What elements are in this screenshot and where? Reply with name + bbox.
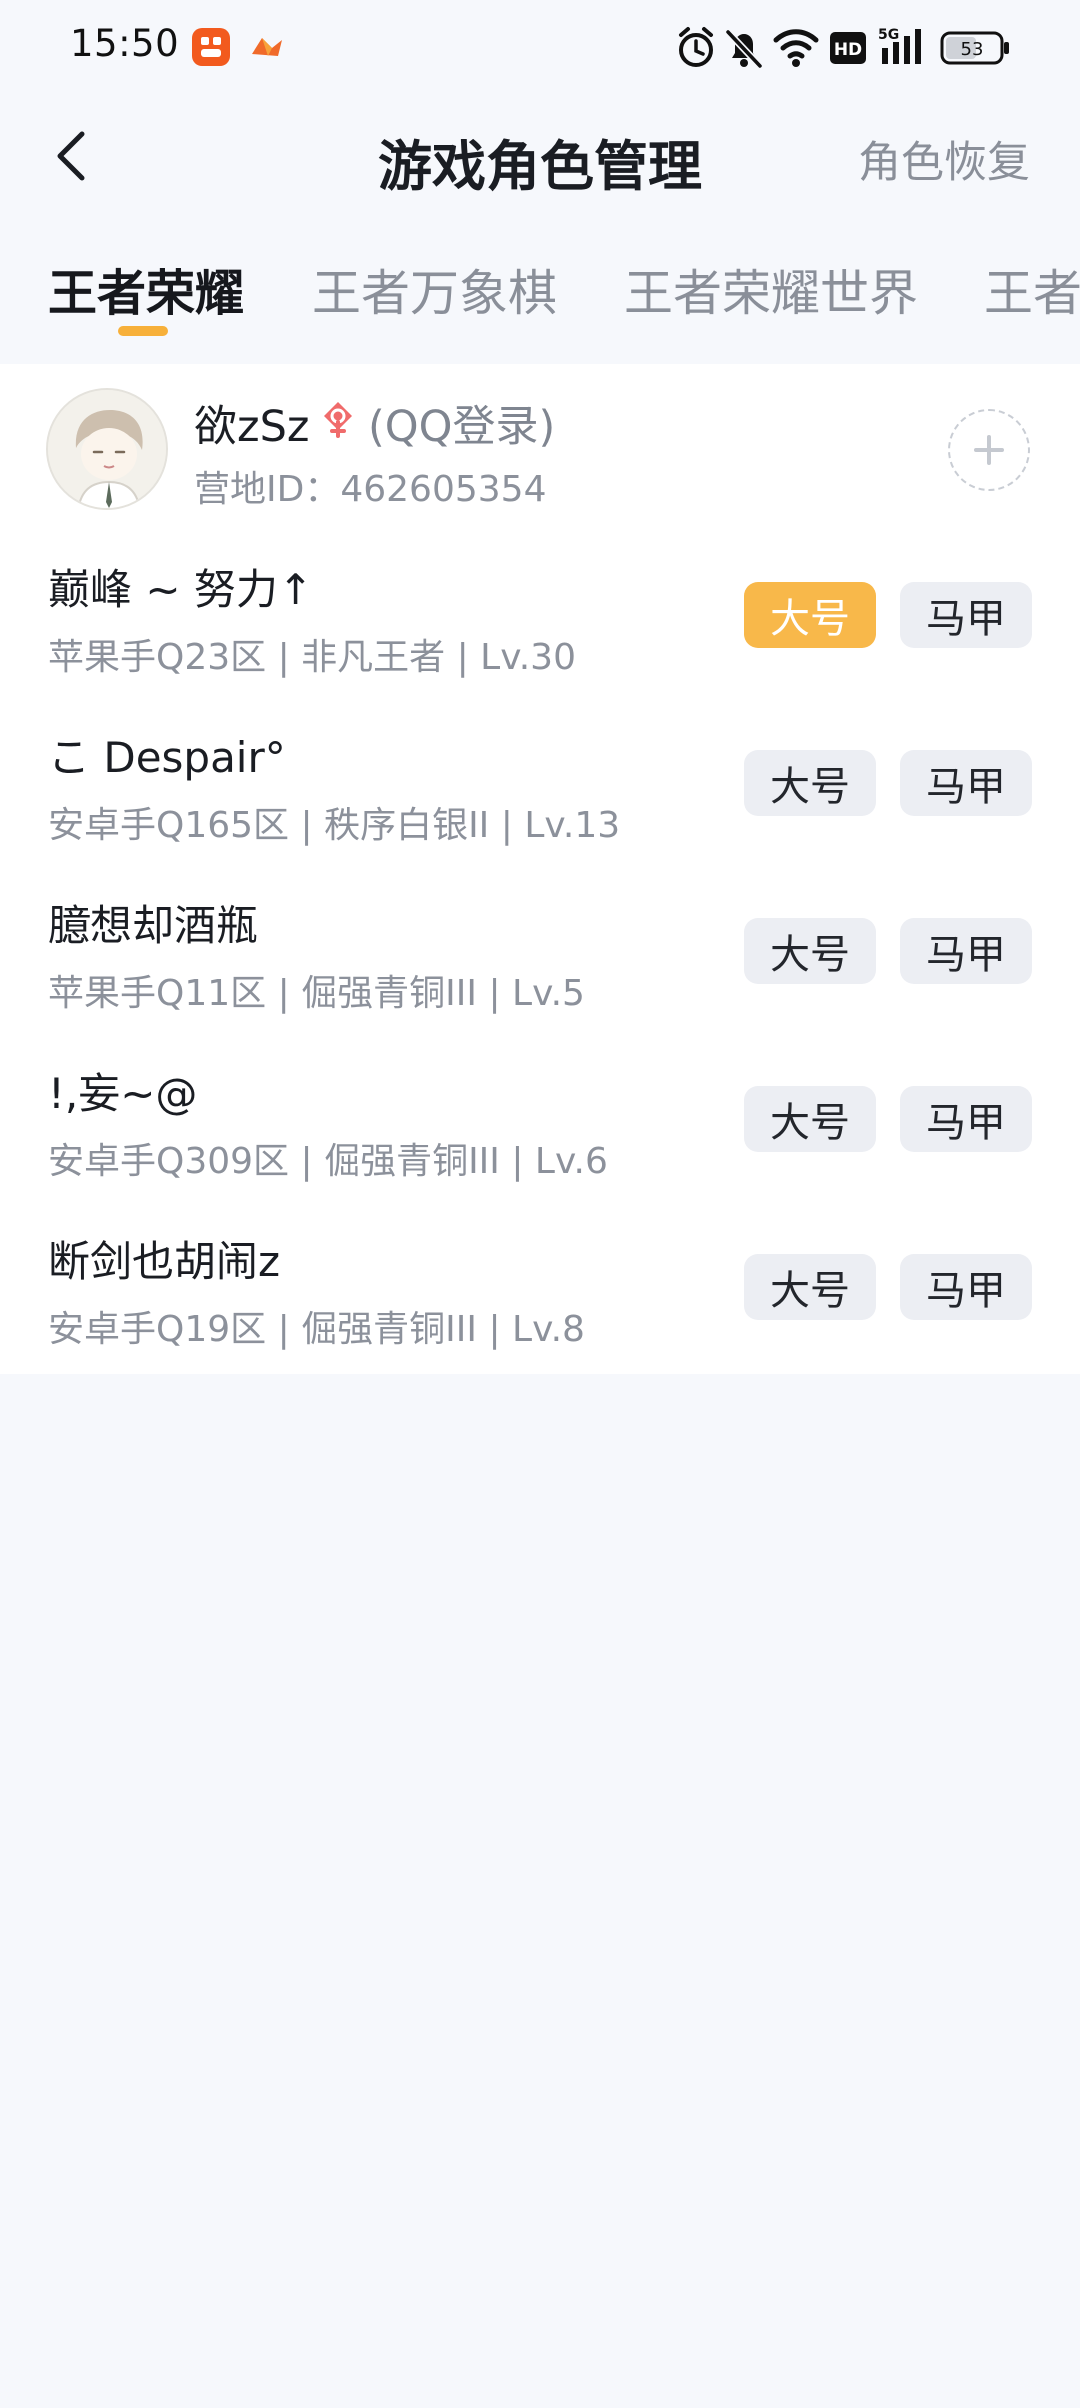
alt-account-button[interactable]: 马甲 xyxy=(900,750,1032,816)
alt-account-button[interactable]: 马甲 xyxy=(900,582,1032,648)
hd-icon: HD xyxy=(830,32,866,68)
role-info: 安卓手Q309区 | 倔强青铜III | Lv.6 xyxy=(48,1141,608,1182)
role-name: !,妄~@ xyxy=(48,1069,198,1118)
role-row: 臆想却酒瓶 苹果手Q11区 | 倔强青铜III | Lv.5 大号 马甲 xyxy=(0,870,1080,1038)
role-row: こ Despair° 安卓手Q165区 | 秩序白银II | Lv.13 大号 … xyxy=(0,702,1080,870)
account-name: 欲zSz xyxy=(194,402,310,452)
status-bar: 15:50 HD 5G 53 xyxy=(0,0,1080,96)
role-row: !,妄~@ 安卓手Q309区 | 倔强青铜III | Lv.6 大号 马甲 xyxy=(0,1038,1080,1206)
main-account-button[interactable]: 大号 xyxy=(744,918,876,984)
main-account-button[interactable]: 大号 xyxy=(744,1254,876,1320)
role-list-card: 欲zSz (QQ登录) 营地ID：462605354 巅峰 ~ 努力↑ 苹果手Q… xyxy=(0,364,1080,1374)
title-bar: 游戏角色管理 角色恢复 xyxy=(0,96,1080,216)
restore-role-link[interactable]: 角色恢复 xyxy=(858,128,1030,190)
mute-icon xyxy=(724,26,764,74)
main-account-button[interactable]: 大号 xyxy=(744,1086,876,1152)
female-gender-icon xyxy=(318,400,358,440)
alarm-icon xyxy=(676,26,716,74)
role-info: 苹果手Q11区 | 倔强青铜III | Lv.5 xyxy=(48,973,585,1014)
tab-wangzhe-more[interactable]: 王者 xyxy=(984,254,1080,325)
login-type: (QQ登录) xyxy=(368,402,556,452)
tab-wangzhe-wanxiangqi[interactable]: 王者万象棋 xyxy=(312,254,557,325)
active-tab-indicator xyxy=(118,326,168,336)
role-info: 安卓手Q165区 | 秩序白银II | Lv.13 xyxy=(48,805,621,846)
role-name: こ Despair° xyxy=(48,733,286,782)
role-name: 巅峰 ~ 努力↑ xyxy=(48,565,314,614)
role-row: 断剑也胡闹z 安卓手Q19区 | 倔强青铜III | Lv.8 大号 马甲 xyxy=(0,1206,1080,1374)
battery-level: 53 xyxy=(961,39,984,60)
wifi-icon xyxy=(772,26,820,74)
battery-icon: 53 xyxy=(940,30,1012,70)
svg-text:HD: HD xyxy=(834,40,862,60)
plus-icon xyxy=(974,435,1004,465)
game-tabs: 王者荣耀 王者万象棋 王者荣耀世界 王者 xyxy=(0,240,1080,350)
role-name: 断剑也胡闹z xyxy=(48,1237,281,1286)
main-account-button[interactable]: 大号 xyxy=(744,582,876,648)
role-info: 苹果手Q23区 | 非凡王者 | Lv.30 xyxy=(48,637,576,678)
role-name: 臆想却酒瓶 xyxy=(48,901,259,950)
svg-text:5G: 5G xyxy=(878,27,899,43)
tab-wangzhe-rongyao-shijie[interactable]: 王者荣耀世界 xyxy=(624,254,918,325)
role-row: 巅峰 ~ 努力↑ 苹果手Q23区 | 非凡王者 | Lv.30 大号 马甲 xyxy=(0,534,1080,702)
tab-wangzhe-rongyao[interactable]: 王者荣耀 xyxy=(48,254,244,325)
app-notification-icon xyxy=(192,28,230,66)
alt-account-button[interactable]: 马甲 xyxy=(900,918,1032,984)
empty-area xyxy=(0,1374,1080,2408)
app-notification-icon-2 xyxy=(248,28,286,66)
account-row: 欲zSz (QQ登录) 营地ID：462605354 xyxy=(0,364,1080,534)
status-time: 15:50 xyxy=(70,22,180,65)
signal-icon: 5G xyxy=(878,26,930,74)
avatar[interactable] xyxy=(46,388,168,510)
screen: 15:50 HD 5G 53 游戏角色管理 角色恢复 王者荣耀 王者万象棋 王者… xyxy=(0,0,1080,2408)
add-account-button[interactable] xyxy=(948,409,1030,491)
main-account-button[interactable]: 大号 xyxy=(744,750,876,816)
camp-id: 营地ID：462605354 xyxy=(194,469,547,510)
alt-account-button[interactable]: 马甲 xyxy=(900,1254,1032,1320)
role-info: 安卓手Q19区 | 倔强青铜III | Lv.8 xyxy=(48,1309,585,1350)
alt-account-button[interactable]: 马甲 xyxy=(900,1086,1032,1152)
